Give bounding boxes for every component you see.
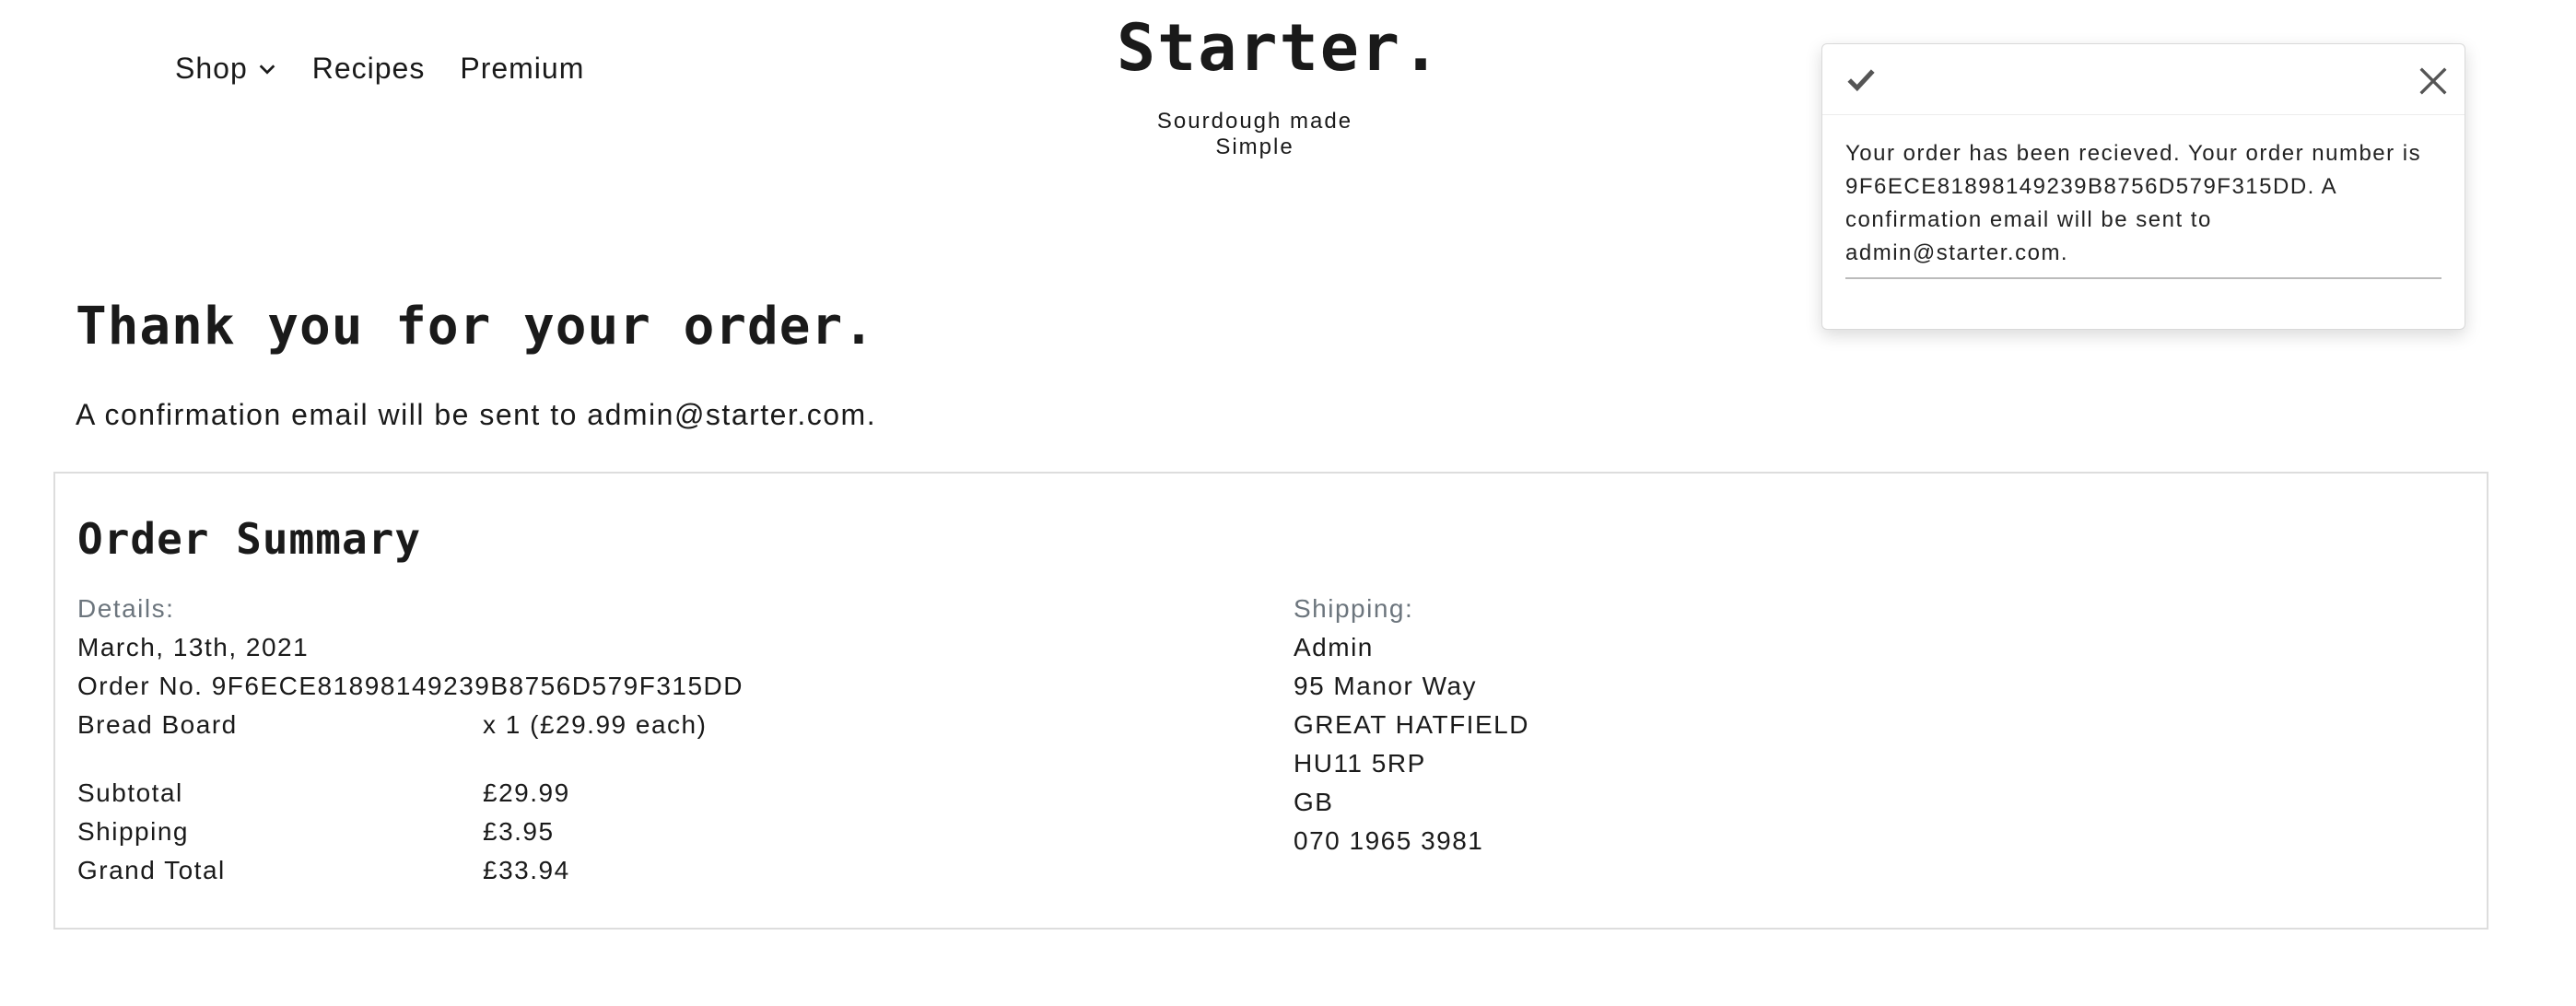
nav-shop[interactable]: Shop: [175, 52, 277, 86]
line-item: Bread Board x 1 (£29.99 each): [77, 706, 1183, 744]
shipping-value: £3.95: [483, 817, 555, 846]
nav-recipes-label: Recipes: [311, 52, 426, 85]
ship-postcode: HU11 5RP: [1294, 749, 1426, 778]
subtotal-label: Subtotal: [77, 778, 183, 807]
confirmation-suffix: .: [866, 398, 877, 431]
page-title: Thank you for your order.: [76, 297, 875, 357]
nav-recipes[interactable]: Recipes: [312, 52, 426, 86]
confirmation-prefix: A confirmation email will be sent to: [76, 398, 588, 431]
order-details: Details: March, 13th, 2021 Order No. 9F6…: [77, 590, 1183, 890]
details-label: Details:: [77, 594, 175, 623]
order-summary-card: Order Summary Details: March, 13th, 2021…: [53, 472, 2488, 930]
order-number: Order No. 9F6ECE81898149239B8756D579F315…: [77, 667, 1183, 706]
order-toast: Your order has been recieved. Your order…: [1821, 43, 2465, 330]
brand-logo[interactable]: Starter. Sourdough made Simple: [1117, 10, 1443, 160]
ship-street: 95 Manor Way: [1294, 672, 1478, 700]
confirmation-text: A confirmation email will be sent to adm…: [76, 398, 876, 432]
toast-header: [1822, 44, 2465, 115]
shipping-heading: Shipping:: [1294, 594, 1414, 623]
line-item-qty: x 1 (£29.99 each): [483, 710, 708, 739]
brand-tagline: Sourdough made Simple: [1156, 109, 1353, 159]
chevron-down-icon: [259, 64, 275, 75]
order-number-value: 9F6ECE81898149239B8756D579F315DD: [211, 672, 744, 700]
check-icon: [1847, 69, 1875, 92]
toast-message: Your order has been recieved. Your order…: [1845, 141, 2422, 265]
shipping-row: Shipping £3.95: [77, 813, 1183, 851]
close-icon[interactable]: [2415, 63, 2452, 99]
order-summary-title: Order Summary: [77, 514, 422, 564]
ship-name: Admin: [1294, 633, 1374, 661]
nav-shop-label: Shop: [175, 52, 248, 85]
confirmation-email: admin@starter.com: [587, 398, 867, 431]
order-date: March, 13th, 2021: [77, 633, 310, 661]
main-nav: Shop Recipes Premium: [175, 52, 584, 86]
nav-premium[interactable]: Premium: [460, 52, 584, 86]
shipping-address: Shipping: Admin 95 Manor Way GREAT HATFI…: [1294, 590, 2031, 860]
subtotal-row: Subtotal £29.99: [77, 774, 1183, 813]
order-number-label: Order No.: [77, 672, 204, 700]
nav-premium-label: Premium: [460, 52, 585, 85]
line-item-name: Bread Board: [77, 710, 238, 739]
toast-divider: [1845, 277, 2441, 279]
shipping-label: Shipping: [77, 817, 189, 846]
grand-total-row: Grand Total £33.94: [77, 851, 1183, 890]
grand-total-label: Grand Total: [77, 856, 226, 884]
grand-total-value: £33.94: [483, 856, 570, 884]
subtotal-value: £29.99: [483, 778, 570, 807]
brand-name: Starter.: [1117, 10, 1443, 86]
ship-phone: 070 1965 3981: [1294, 826, 1484, 855]
ship-country: GB: [1294, 788, 1334, 816]
ship-town: GREAT HATFIELD: [1294, 710, 1529, 739]
